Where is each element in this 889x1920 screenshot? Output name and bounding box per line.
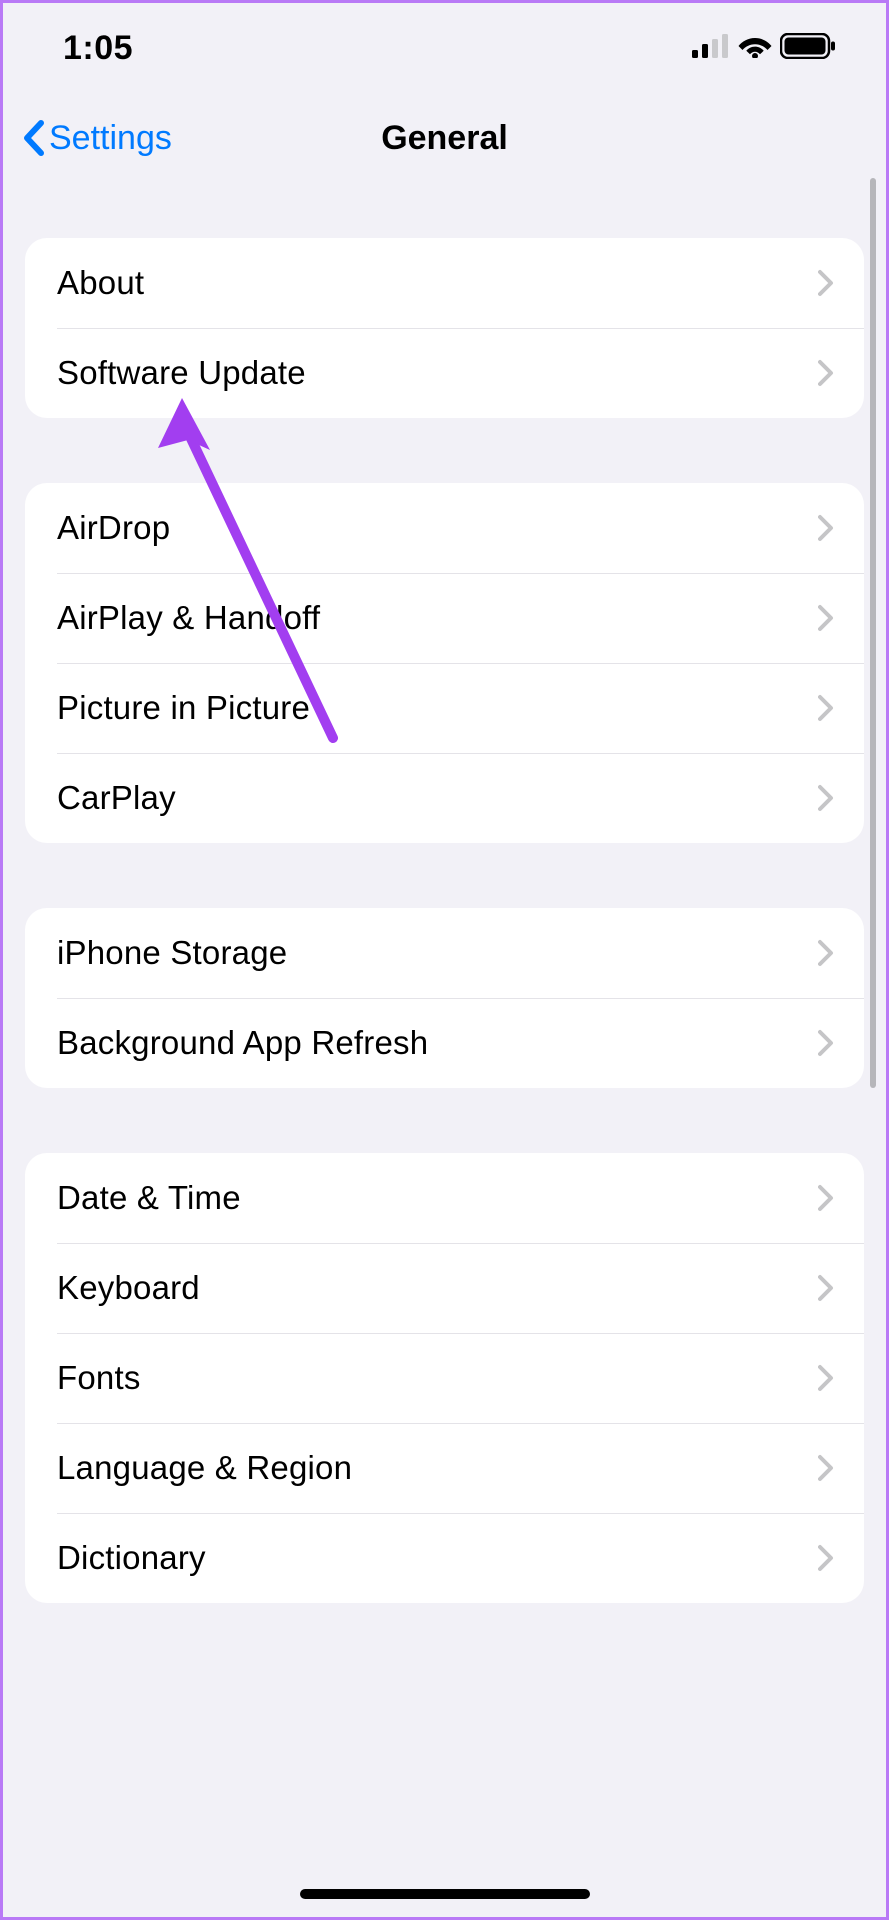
row-iphone-storage[interactable]: iPhone Storage — [25, 908, 864, 998]
status-time: 1:05 — [63, 29, 133, 68]
row-dictionary[interactable]: Dictionary — [25, 1513, 864, 1603]
row-airplay-handoff[interactable]: AirPlay & Handoff — [25, 573, 864, 663]
group-storage: iPhone Storage Background App Refresh — [25, 908, 864, 1088]
status-bar: 1:05 — [3, 3, 886, 93]
chevron-right-icon — [818, 1274, 834, 1302]
status-indicators — [692, 33, 836, 64]
cellular-icon — [692, 34, 730, 63]
row-label: Picture in Picture — [57, 689, 310, 727]
chevron-right-icon — [818, 784, 834, 812]
back-button[interactable]: Settings — [21, 119, 172, 158]
battery-icon — [780, 33, 836, 64]
back-label: Settings — [49, 119, 172, 158]
row-label: AirDrop — [57, 509, 170, 547]
row-label: Dictionary — [57, 1539, 206, 1577]
chevron-right-icon — [818, 1544, 834, 1572]
row-label: iPhone Storage — [57, 934, 287, 972]
row-label: Language & Region — [57, 1449, 352, 1487]
row-label: Keyboard — [57, 1269, 200, 1307]
row-language-region[interactable]: Language & Region — [25, 1423, 864, 1513]
wifi-icon — [738, 34, 772, 63]
chevron-right-icon — [818, 1454, 834, 1482]
row-fonts[interactable]: Fonts — [25, 1333, 864, 1423]
chevron-right-icon — [818, 359, 834, 387]
chevron-right-icon — [818, 269, 834, 297]
content: About Software Update AirDrop AirPlay & … — [3, 183, 886, 1603]
chevron-right-icon — [818, 604, 834, 632]
scroll-indicator[interactable] — [870, 178, 876, 1088]
row-label: Date & Time — [57, 1179, 241, 1217]
row-keyboard[interactable]: Keyboard — [25, 1243, 864, 1333]
row-label: About — [57, 264, 144, 302]
chevron-right-icon — [818, 514, 834, 542]
row-carplay[interactable]: CarPlay — [25, 753, 864, 843]
nav-bar: Settings General — [3, 93, 886, 183]
row-label: Software Update — [57, 354, 306, 392]
row-picture-in-picture[interactable]: Picture in Picture — [25, 663, 864, 753]
row-label: CarPlay — [57, 779, 176, 817]
row-label: AirPlay & Handoff — [57, 599, 320, 637]
row-software-update[interactable]: Software Update — [25, 328, 864, 418]
row-about[interactable]: About — [25, 238, 864, 328]
row-airdrop[interactable]: AirDrop — [25, 483, 864, 573]
chevron-right-icon — [818, 1364, 834, 1392]
group-system-prefs: Date & Time Keyboard Fonts Language & Re… — [25, 1153, 864, 1603]
row-label: Background App Refresh — [57, 1024, 428, 1062]
chevron-right-icon — [818, 1029, 834, 1057]
home-indicator[interactable] — [300, 1889, 590, 1899]
group-system: About Software Update — [25, 238, 864, 418]
chevron-left-icon — [21, 119, 47, 157]
chevron-right-icon — [818, 939, 834, 967]
chevron-right-icon — [818, 1184, 834, 1212]
row-background-app-refresh[interactable]: Background App Refresh — [25, 998, 864, 1088]
page-title: General — [381, 119, 508, 158]
row-label: Fonts — [57, 1359, 141, 1397]
group-connectivity: AirDrop AirPlay & Handoff Picture in Pic… — [25, 483, 864, 843]
chevron-right-icon — [818, 694, 834, 722]
row-date-time[interactable]: Date & Time — [25, 1153, 864, 1243]
